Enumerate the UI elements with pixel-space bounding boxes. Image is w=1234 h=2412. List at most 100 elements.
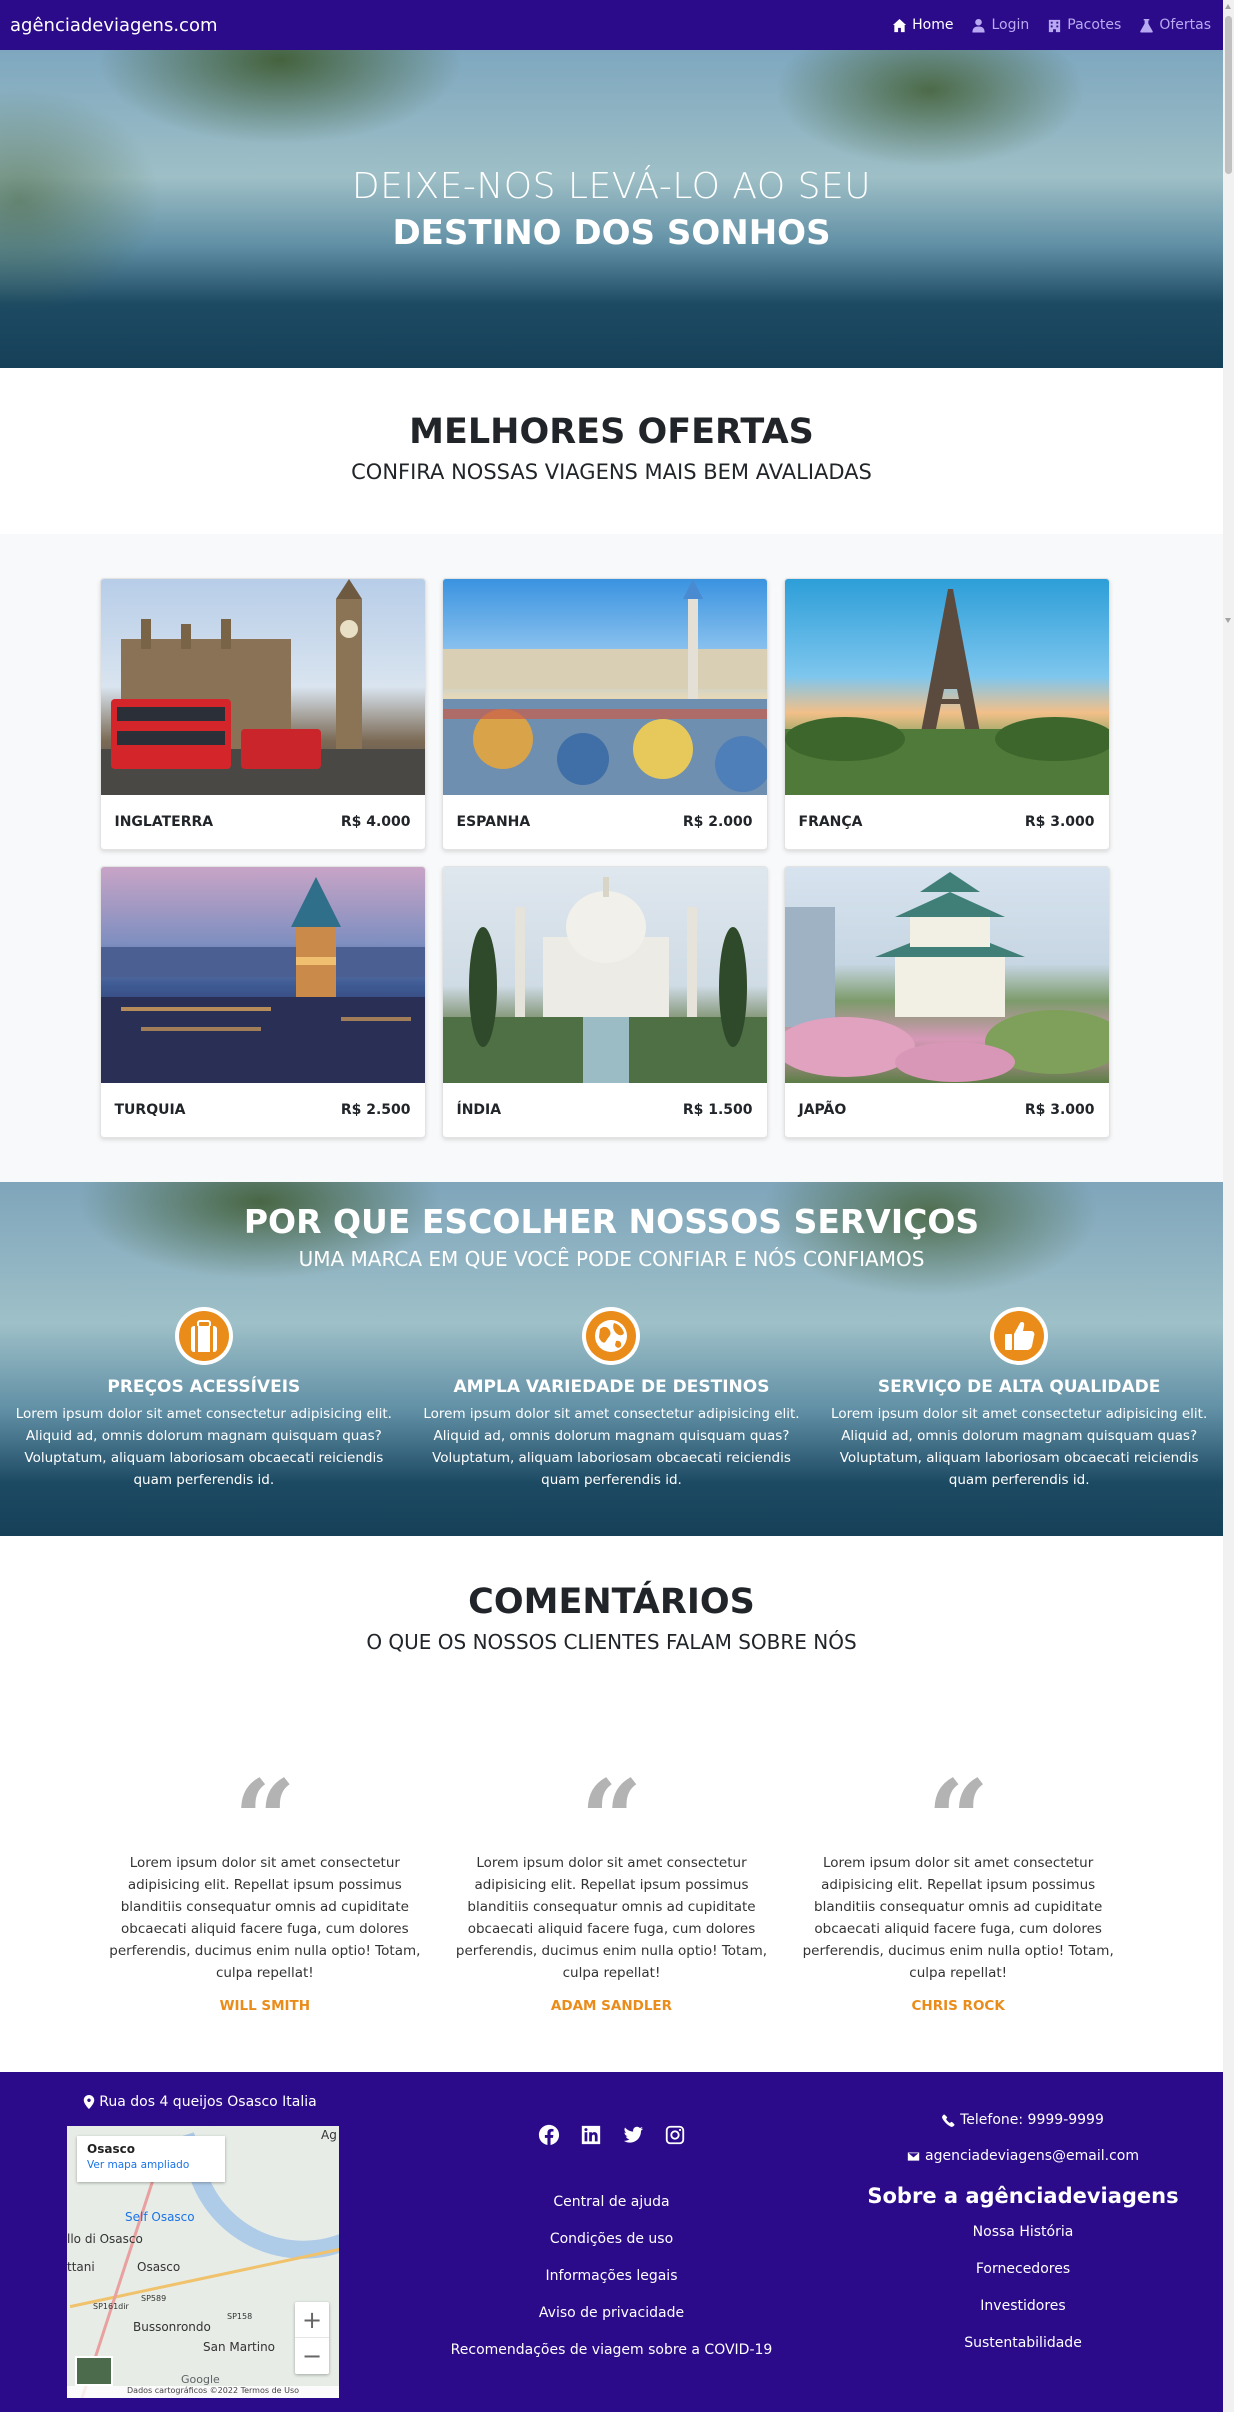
home-icon bbox=[893, 18, 907, 32]
email-text[interactable]: agenciadeviagens@email.com bbox=[925, 2138, 1139, 2174]
offer-country: TURQUIA bbox=[114, 1102, 186, 1118]
about-link[interactable]: Sustentabilidade bbox=[823, 2325, 1223, 2362]
hero-line-1: DEIXE-NOS LEVÁ-LO AO SEU bbox=[351, 165, 872, 207]
page: agênciadeviagens.com Home Login Pacotes … bbox=[0, 0, 1223, 2412]
offer-card-inglaterra[interactable]: INGLATERRA R$ 4.000 bbox=[99, 578, 426, 850]
offer-card-india[interactable]: ÍNDIA R$ 1.500 bbox=[441, 866, 768, 1138]
map-infobox: Osasco Ver mapa ampliado bbox=[77, 2136, 225, 2182]
footer-links-column: Central de ajuda Condições de uso Inform… bbox=[400, 2072, 823, 2412]
feature-text: Lorem ipsum dolor sit amet consectetur a… bbox=[15, 1406, 392, 1488]
offer-country: JAPÃO bbox=[798, 1102, 847, 1118]
hero-line-2: DESTINO DOS SONHOS bbox=[392, 212, 831, 253]
offer-country: ESPANHA bbox=[456, 814, 531, 830]
testimonials: “ Lorem ipsum dolor sit amet consectetur… bbox=[92, 1757, 1132, 2072]
brand-link[interactable]: agênciadeviagens.com bbox=[10, 15, 218, 36]
nav-links: Home Login Pacotes Ofertas bbox=[892, 17, 1211, 33]
offer-image-inglaterra bbox=[100, 579, 425, 795]
nav-pacotes[interactable]: Pacotes bbox=[1047, 17, 1121, 33]
offer-price: R$ 3.000 bbox=[1024, 814, 1095, 830]
offer-price: R$ 2.500 bbox=[340, 1102, 411, 1118]
about-links: Nossa História Fornecedores Investidores… bbox=[823, 2214, 1223, 2362]
flask-icon bbox=[1140, 18, 1154, 33]
footer-link[interactable]: Recomendações de viagem sobre a COVID-19 bbox=[400, 2332, 823, 2369]
offer-card-body: ÍNDIA R$ 1.500 bbox=[443, 1083, 767, 1137]
footer-link[interactable]: Condições de uso bbox=[400, 2221, 823, 2258]
nav-login[interactable]: Login bbox=[971, 17, 1029, 33]
offer-price: R$ 4.000 bbox=[340, 814, 411, 830]
embedded-map[interactable]: Osasco Ver mapa ampliado Self Osasco llo… bbox=[67, 2126, 339, 2398]
footer-link[interactable]: Aviso de privacidade bbox=[400, 2295, 823, 2332]
offer-image-turquia bbox=[100, 867, 425, 1083]
scroll-down-arrow[interactable] bbox=[1225, 618, 1231, 623]
footer-link[interactable]: Informações legais bbox=[400, 2258, 823, 2295]
feature-item: AMPLA VARIEDADE DE DESTINOS Lorem ipsum … bbox=[418, 1307, 806, 1491]
phone-contact: Telefone: 9999-9999 bbox=[823, 2102, 1223, 2138]
nav-login-label: Login bbox=[991, 17, 1030, 33]
offer-card-body: ESPANHA R$ 2.000 bbox=[443, 795, 767, 849]
offer-country: ÍNDIA bbox=[456, 1102, 502, 1118]
testimonial-text: Lorem ipsum dolor sit amet consectetur a… bbox=[802, 1855, 1114, 1981]
offer-card-body: TURQUIA R$ 2.500 bbox=[101, 1083, 425, 1137]
feature-title: SERVIÇO DE ALTA QUALIDADE bbox=[877, 1377, 1161, 1397]
offer-card-espanha[interactable]: ESPANHA R$ 2.000 bbox=[441, 578, 768, 850]
offer-price: R$ 3.000 bbox=[1024, 1102, 1095, 1118]
osaka-castle-illustration bbox=[784, 872, 1109, 1082]
footer-links: Central de ajuda Condições de uso Inform… bbox=[400, 2184, 823, 2369]
offer-image-india bbox=[442, 867, 767, 1083]
nav-ofertas[interactable]: Ofertas bbox=[1139, 17, 1211, 33]
phone-icon bbox=[942, 2114, 955, 2127]
map-label: llo di Osasco bbox=[67, 2232, 143, 2246]
address: Rua dos 4 queijos Osasco Italia bbox=[0, 2094, 400, 2110]
nav-ofertas-label: Ofertas bbox=[1159, 17, 1211, 33]
facebook-icon[interactable] bbox=[538, 2124, 560, 2146]
about-link[interactable]: Fornecedores bbox=[823, 2251, 1223, 2288]
offer-card-franca[interactable]: FRANÇA R$ 3.000 bbox=[783, 578, 1110, 850]
barcelona-illustration bbox=[442, 579, 767, 795]
offer-image-franca bbox=[784, 579, 1109, 795]
offer-card-turquia[interactable]: TURQUIA R$ 2.500 bbox=[99, 866, 426, 1138]
offer-card-japao[interactable]: JAPÃO R$ 3.000 bbox=[783, 866, 1110, 1138]
offer-country: INGLATERRA bbox=[114, 814, 214, 830]
offer-card-body: FRANÇA R$ 3.000 bbox=[785, 795, 1109, 849]
footer-link[interactable]: Central de ajuda bbox=[400, 2184, 823, 2221]
map-enlarge-link[interactable]: Ver mapa ampliado bbox=[87, 2159, 215, 2171]
twitter-icon[interactable] bbox=[622, 2124, 644, 2146]
map-zoom-in-button[interactable]: + bbox=[295, 2302, 329, 2338]
offers-subtitle: CONFIRA NOSSAS VIAGENS MAIS BEM AVALIADA… bbox=[351, 460, 872, 484]
offer-card-body: INGLATERRA R$ 4.000 bbox=[101, 795, 425, 849]
map-road-label: SP158 bbox=[227, 2312, 253, 2321]
footer: Rua dos 4 queijos Osasco Italia Osasco V… bbox=[0, 2072, 1223, 2412]
footer-contact-column: Telefone: 9999-9999 agenciadeviagens@ema… bbox=[823, 2072, 1223, 2412]
instagram-icon[interactable] bbox=[664, 2124, 686, 2146]
offer-country: FRANÇA bbox=[798, 814, 863, 830]
offer-image-espanha bbox=[442, 579, 767, 795]
about-link[interactable]: Nossa História bbox=[823, 2214, 1223, 2251]
quote-icon: “ bbox=[580, 1757, 643, 1883]
address-text: Rua dos 4 queijos Osasco Italia bbox=[99, 2094, 317, 2110]
offers-header: MELHORES OFERTAS CONFIRA NOSSAS VIAGENS … bbox=[0, 368, 1223, 534]
scroll-up-arrow[interactable] bbox=[1225, 4, 1231, 9]
scrollbar-thumb[interactable] bbox=[1225, 16, 1232, 174]
nav-home[interactable]: Home bbox=[892, 17, 953, 33]
map-zoom-out-button[interactable]: − bbox=[295, 2338, 329, 2374]
istanbul-illustration bbox=[100, 877, 425, 1083]
feature-item: SERVIÇO DE ALTA QUALIDADE Lorem ipsum do… bbox=[825, 1307, 1213, 1491]
feature-text: Lorem ipsum dolor sit amet consectetur a… bbox=[831, 1406, 1208, 1488]
suitcase-icon bbox=[178, 1311, 229, 1361]
features: PREÇOS ACESSÍVEIS Lorem ipsum dolor sit … bbox=[0, 1307, 1223, 1491]
page-scrollbar[interactable] bbox=[1223, 0, 1234, 2412]
about-link[interactable]: Investidores bbox=[823, 2288, 1223, 2325]
testimonial-item: “ Lorem ipsum dolor sit amet consectetur… bbox=[92, 1766, 439, 2014]
linkedin-icon[interactable] bbox=[580, 2124, 602, 2146]
paris-illustration bbox=[784, 589, 1109, 795]
envelope-icon bbox=[907, 2151, 920, 2161]
map-attribution: Dados cartográficos ©2022 Termos de Uso bbox=[67, 2386, 339, 2398]
testimonial-text: Lorem ipsum dolor sit amet consectetur a… bbox=[109, 1855, 421, 1981]
feature-item: PREÇOS ACESSÍVEIS Lorem ipsum dolor sit … bbox=[10, 1307, 398, 1491]
map-satellite-toggle[interactable] bbox=[75, 2356, 113, 2386]
comments-section: COMENTÁRIOS O QUE OS NOSSOS CLIENTES FAL… bbox=[0, 1536, 1223, 2072]
map-place-name: Osasco bbox=[87, 2142, 135, 2156]
phone-text: Telefone: 9999-9999 bbox=[960, 2112, 1104, 2128]
offers-grid: INGLATERRA R$ 4.000 ESPANHA R$ 2.000 FRA… bbox=[99, 578, 1124, 1138]
hero-banner: DEIXE-NOS LEVÁ-LO AO SEU DESTINO DOS SON… bbox=[0, 50, 1223, 368]
